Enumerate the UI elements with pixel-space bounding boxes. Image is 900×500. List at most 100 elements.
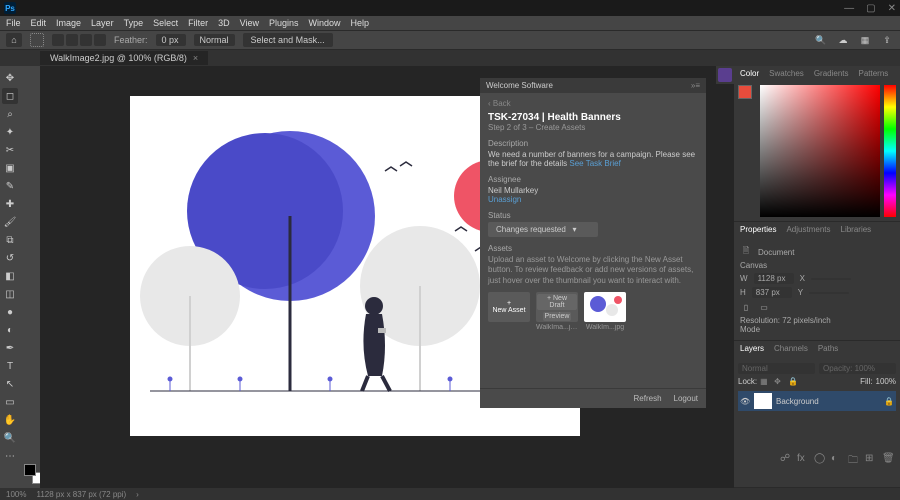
- opacity-input[interactable]: Opacity: 100%: [819, 363, 896, 374]
- plugin-back-button[interactable]: ‹ Back: [488, 99, 698, 108]
- pen-tool[interactable]: ✒: [2, 340, 18, 356]
- layer-row[interactable]: 👁 Background 🔒: [738, 391, 896, 411]
- plugin-menu-icon[interactable]: »≡: [691, 81, 700, 90]
- dodge-tool[interactable]: ◐: [2, 322, 18, 338]
- selection-new-icon[interactable]: [52, 34, 64, 46]
- tab-color[interactable]: Color: [740, 69, 759, 78]
- brush-tool[interactable]: 🖌: [2, 214, 18, 230]
- color-field[interactable]: [760, 85, 880, 217]
- tab-adjustments[interactable]: Adjustments: [786, 225, 830, 234]
- stamp-tool[interactable]: ⧉: [2, 232, 18, 248]
- width-input[interactable]: 1128 px: [754, 273, 794, 284]
- new-draft-button[interactable]: + New Draft: [537, 294, 577, 310]
- tab-libraries[interactable]: Libraries: [841, 225, 872, 234]
- height-input[interactable]: 837 px: [752, 287, 792, 298]
- collapsed-dock[interactable]: [716, 66, 734, 84]
- menu-3d[interactable]: 3D: [218, 18, 230, 28]
- heal-tool[interactable]: ✚: [2, 196, 18, 212]
- hand-tool[interactable]: ✋: [2, 412, 18, 428]
- new-layer-icon[interactable]: ⊞: [865, 453, 876, 470]
- chevron-right-icon[interactable]: ›: [136, 490, 139, 499]
- fill-value[interactable]: 100%: [876, 377, 896, 388]
- marquee-tool[interactable]: ◻: [2, 88, 18, 104]
- minimize-icon[interactable]: —: [844, 3, 854, 14]
- tab-paths[interactable]: Paths: [818, 344, 838, 353]
- logout-button[interactable]: Logout: [674, 394, 698, 403]
- select-and-mask-button[interactable]: Select and Mask...: [243, 33, 333, 47]
- layer-thumbnail[interactable]: [754, 393, 772, 409]
- selection-add-icon[interactable]: [66, 34, 78, 46]
- mask-icon[interactable]: ◯: [814, 453, 825, 470]
- eyedropper-tool[interactable]: ✎: [2, 178, 18, 194]
- tab-properties[interactable]: Properties: [740, 225, 776, 234]
- unassign-link[interactable]: Unassign: [488, 195, 698, 204]
- share-icon[interactable]: ⇪: [880, 33, 894, 47]
- lock-icon[interactable]: 🔒: [884, 397, 894, 406]
- layer-name[interactable]: Background: [776, 397, 819, 406]
- status-select[interactable]: Changes requested ▾: [488, 222, 598, 237]
- history-brush-tool[interactable]: ↺: [2, 250, 18, 266]
- new-asset-button[interactable]: + New Asset: [488, 292, 530, 322]
- menu-filter[interactable]: Filter: [188, 18, 208, 28]
- delete-layer-icon[interactable]: 🗑: [882, 453, 893, 470]
- x-input[interactable]: [811, 278, 851, 280]
- menu-window[interactable]: Window: [309, 18, 341, 28]
- menu-file[interactable]: File: [6, 18, 21, 28]
- preview-button[interactable]: Preview: [543, 312, 572, 321]
- blur-tool[interactable]: ●: [2, 304, 18, 320]
- tab-gradients[interactable]: Gradients: [814, 69, 849, 78]
- asset-thumbnail[interactable]: [584, 292, 626, 322]
- move-tool[interactable]: ✥: [2, 70, 18, 86]
- asset-draft-actions[interactable]: + New Draft Preview: [536, 292, 578, 322]
- selection-subtract-icon[interactable]: [80, 34, 92, 46]
- close-icon[interactable]: ✕: [888, 3, 896, 14]
- menu-image[interactable]: Image: [56, 18, 81, 28]
- menu-select[interactable]: Select: [153, 18, 178, 28]
- task-brief-link[interactable]: See Task Brief: [569, 159, 620, 168]
- tab-swatches[interactable]: Swatches: [769, 69, 804, 78]
- menu-plugins[interactable]: Plugins: [269, 18, 299, 28]
- eraser-tool[interactable]: ◧: [2, 268, 18, 284]
- hue-slider[interactable]: [884, 85, 896, 217]
- orientation-portrait-icon[interactable]: ▯: [740, 301, 752, 313]
- selection-intersect-icon[interactable]: [94, 34, 106, 46]
- lock-pixels-icon[interactable]: ▦: [760, 377, 771, 388]
- color-panel[interactable]: [734, 81, 900, 221]
- lasso-tool[interactable]: ⌕: [2, 106, 18, 122]
- adjustment-icon[interactable]: ◐: [831, 453, 842, 470]
- feather-input[interactable]: 0 px: [156, 34, 186, 46]
- wand-tool[interactable]: ✦: [2, 124, 18, 140]
- document-tab[interactable]: WalkImage2.jpg @ 100% (RGB/8) ×: [40, 51, 208, 65]
- home-button[interactable]: ⌂: [6, 33, 22, 47]
- current-tool-icon[interactable]: [30, 33, 44, 47]
- type-tool[interactable]: T: [2, 358, 18, 374]
- menu-help[interactable]: Help: [351, 18, 370, 28]
- gradient-tool[interactable]: ◫: [2, 286, 18, 302]
- plugin-dock-icon[interactable]: [718, 68, 732, 82]
- doc-info[interactable]: 1128 px x 837 px (72 ppi): [36, 490, 126, 499]
- crop-tool[interactable]: ✂: [2, 142, 18, 158]
- link-layers-icon[interactable]: ☍: [780, 453, 791, 470]
- search-icon[interactable]: 🔍: [814, 33, 828, 47]
- style-select[interactable]: Normal: [194, 34, 235, 46]
- zoom-tool[interactable]: 🔍: [2, 430, 18, 446]
- cloud-icon[interactable]: ☁: [836, 33, 850, 47]
- lock-all-icon[interactable]: 🔒: [788, 377, 799, 388]
- maximize-icon[interactable]: ▢: [866, 3, 875, 14]
- foreground-color-swatch[interactable]: [24, 464, 36, 476]
- y-input[interactable]: [809, 292, 849, 294]
- shape-tool[interactable]: ▭: [2, 394, 18, 410]
- close-tab-icon[interactable]: ×: [193, 53, 198, 63]
- path-tool[interactable]: ↖: [2, 376, 18, 392]
- tab-layers[interactable]: Layers: [740, 344, 764, 353]
- zoom-level[interactable]: 100%: [6, 490, 26, 499]
- menu-view[interactable]: View: [240, 18, 259, 28]
- visibility-icon[interactable]: 👁: [740, 397, 750, 406]
- menu-type[interactable]: Type: [124, 18, 144, 28]
- menu-edit[interactable]: Edit: [31, 18, 47, 28]
- tab-patterns[interactable]: Patterns: [859, 69, 889, 78]
- edit-toolbar-icon[interactable]: ⋯: [2, 448, 18, 464]
- menu-layer[interactable]: Layer: [91, 18, 114, 28]
- tab-channels[interactable]: Channels: [774, 344, 808, 353]
- workspace-icon[interactable]: ▦: [858, 33, 872, 47]
